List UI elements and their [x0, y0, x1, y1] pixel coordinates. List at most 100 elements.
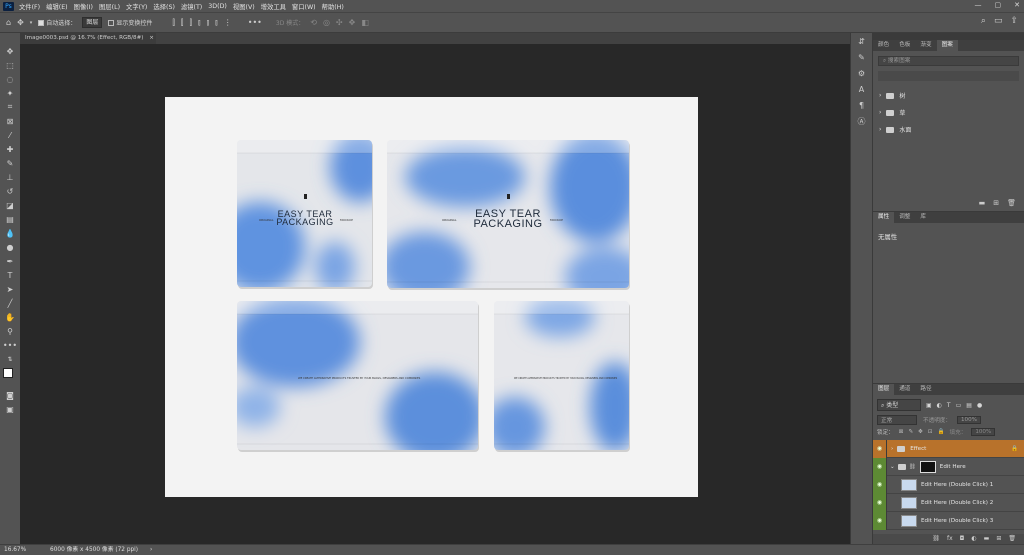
align-top-icon[interactable]: ⫾ — [198, 18, 201, 28]
type-tool-icon[interactable]: T — [0, 268, 20, 282]
move-tool-icon[interactable]: ✥ — [17, 18, 24, 27]
tab-libraries[interactable]: 库 — [915, 212, 931, 223]
more-options-icon[interactable]: ••• — [248, 18, 262, 27]
layer-row-edit-3[interactable]: ◉ Edit Here (Double Click) 3 — [873, 511, 1024, 530]
workspace-icon[interactable]: ▭ — [994, 16, 1003, 26]
filter-pixel-icon[interactable]: ▣ — [926, 402, 932, 409]
history-icon[interactable]: ⇵ — [851, 33, 872, 49]
filter-toggle-icon[interactable]: ● — [977, 402, 982, 409]
menu-layer[interactable]: 图层(L) — [99, 2, 120, 11]
3d-pan-icon[interactable]: ✣ — [336, 18, 343, 27]
menu-view[interactable]: 视图(V) — [233, 2, 255, 11]
visibility-eye-icon[interactable]: ◉ — [873, 475, 887, 494]
new-folder-icon[interactable]: ▬ — [979, 199, 986, 207]
home-icon[interactable]: ⌂ — [6, 18, 11, 27]
layer-row-effect[interactable]: ◉ › Effect 🔒 — [873, 439, 1024, 458]
visibility-eye-icon[interactable]: ◉ — [873, 439, 887, 458]
visibility-eye-icon[interactable]: ◉ — [873, 511, 887, 530]
swap-colors-icon[interactable]: ⇅ — [0, 352, 20, 366]
zoom-level[interactable]: 16.67% — [4, 545, 26, 555]
tab-channels[interactable]: 通道 — [894, 384, 915, 395]
frame-tool-icon[interactable]: ⊠ — [0, 114, 20, 128]
eyedropper-icon[interactable]: ⁄ — [0, 128, 20, 142]
folder-tree[interactable]: › 树 — [873, 87, 1024, 104]
align-bottom-icon[interactable]: ⫾ — [215, 18, 218, 28]
tab-color[interactable]: 颜色 — [873, 40, 894, 51]
status-arrow-icon[interactable]: › — [150, 545, 152, 555]
tab-patterns[interactable]: 图案 — [936, 40, 958, 51]
new-pattern-icon[interactable]: ⊞ — [993, 199, 999, 207]
magic-wand-icon[interactable]: ✦ — [0, 86, 20, 100]
menu-help[interactable]: 帮助(H) — [322, 2, 344, 11]
lock-artboard-icon[interactable]: ⊡ — [928, 429, 933, 435]
lock-paint-icon[interactable]: ✎ — [908, 429, 913, 435]
lock-pixels-icon[interactable]: ⊠ — [899, 429, 904, 435]
brush-settings-icon[interactable]: ✎ — [851, 49, 872, 65]
pen-tool-icon[interactable]: ✒ — [0, 254, 20, 268]
filter-adjust-icon[interactable]: ◐ — [937, 402, 942, 409]
align-right-icon[interactable]: ⫿ — [189, 18, 192, 28]
stamp-tool-icon[interactable]: ⊥ — [0, 170, 20, 184]
visibility-eye-icon[interactable]: ◉ — [873, 493, 887, 512]
folder-grass[interactable]: › 草 — [873, 104, 1024, 121]
align-middle-icon[interactable]: ⫾ — [207, 18, 210, 28]
auto-select-checkbox[interactable]: 自动选择： — [38, 18, 76, 27]
history-brush-icon[interactable]: ↺ — [0, 184, 20, 198]
layer-row-edit-here[interactable]: ◉ ⌄ ⛓ Edit Here — [873, 457, 1024, 476]
delete-layer-icon[interactable]: 🗑 — [1008, 534, 1016, 544]
adjustment-layer-icon[interactable]: ◐ — [971, 534, 976, 544]
screen-mode-icon[interactable]: ▣ — [0, 402, 20, 416]
align-left-icon[interactable]: ⫿ — [172, 18, 175, 28]
tab-swatches[interactable]: 色板 — [894, 40, 915, 51]
delete-icon[interactable]: 🗑 — [1007, 199, 1016, 207]
3d-roll-icon[interactable]: ◎ — [323, 18, 330, 27]
menu-window[interactable]: 窗口(W) — [292, 2, 316, 11]
crop-tool-icon[interactable]: ⌗ — [0, 100, 20, 114]
line-tool-icon[interactable]: ╱ — [0, 296, 20, 310]
blur-tool-icon[interactable]: 💧 — [0, 226, 20, 240]
tab-properties[interactable]: 属性 — [873, 212, 895, 223]
paragraph-icon[interactable]: ¶ — [851, 97, 872, 113]
filter-shape-icon[interactable]: ▭ — [956, 402, 962, 409]
document-tab[interactable]: Image0003.psd @ 16.7% (Effect, RGB/8#) × — [20, 33, 156, 44]
align-center-icon[interactable]: ⫿ — [181, 18, 184, 28]
layer-row-edit-1[interactable]: ◉ Edit Here (Double Click) 1 — [873, 475, 1024, 494]
share-icon[interactable]: ⇪ — [1010, 16, 1018, 26]
blend-mode-select[interactable]: 正常 — [877, 415, 917, 425]
character-icon[interactable]: A — [851, 81, 872, 97]
tab-layers[interactable]: 图层 — [873, 384, 895, 395]
adjustments-icon[interactable]: ⚙ — [851, 65, 872, 81]
layer-kind-filter[interactable]: ⌕ 类型 — [877, 399, 921, 411]
search-icon[interactable]: ⌕ — [981, 16, 986, 26]
tab-gradients[interactable]: 渐变 — [915, 40, 936, 51]
menu-image[interactable]: 图像(I) — [74, 2, 93, 11]
dodge-tool-icon[interactable]: ● — [0, 240, 20, 254]
3d-scale-icon[interactable]: ◧ — [361, 18, 369, 27]
add-mask-icon[interactable]: ◘ — [960, 534, 965, 544]
artboard[interactable]: EASY TEAR PACKAGING ORIGINAL MOCKUP EASY… — [165, 97, 698, 497]
lock-all-icon[interactable]: 🔒 — [938, 429, 945, 435]
menu-edit[interactable]: 编辑(E) — [46, 2, 68, 11]
panel-collapse-bar[interactable] — [873, 33, 1024, 40]
tab-adjustments[interactable]: 调整 — [894, 212, 915, 223]
hand-tool-icon[interactable]: ✋ — [0, 310, 20, 324]
menu-file[interactable]: 文件(F) — [19, 2, 40, 11]
distribute-icon[interactable]: ⋮ — [224, 18, 232, 27]
lasso-tool-icon[interactable]: ◌ — [0, 72, 20, 86]
quick-mask-icon[interactable]: ◙ — [0, 388, 20, 402]
gradient-tool-icon[interactable]: ▤ — [0, 212, 20, 226]
lock-position-icon[interactable]: ✥ — [918, 429, 923, 435]
eraser-icon[interactable]: ◪ — [0, 198, 20, 212]
opacity-input[interactable]: 100% — [956, 416, 981, 424]
chevron-down-icon[interactable]: ▾ — [30, 20, 33, 26]
new-layer-icon[interactable]: ⊞ — [996, 534, 1001, 544]
auto-select-dropdown[interactable]: 图层 — [82, 17, 103, 28]
brush-tool-icon[interactable]: ✎ — [0, 156, 20, 170]
pattern-search-input[interactable]: ⌕ 搜索图案 — [878, 56, 1019, 66]
tab-paths[interactable]: 路径 — [915, 384, 936, 395]
maximize-icon[interactable]: ▢ — [995, 1, 1002, 9]
fill-input[interactable]: 100% — [971, 428, 996, 436]
menu-select[interactable]: 选择(S) — [153, 2, 175, 11]
zoom-tool-icon[interactable]: ⚲ — [0, 324, 20, 338]
path-select-icon[interactable]: ➤ — [0, 282, 20, 296]
